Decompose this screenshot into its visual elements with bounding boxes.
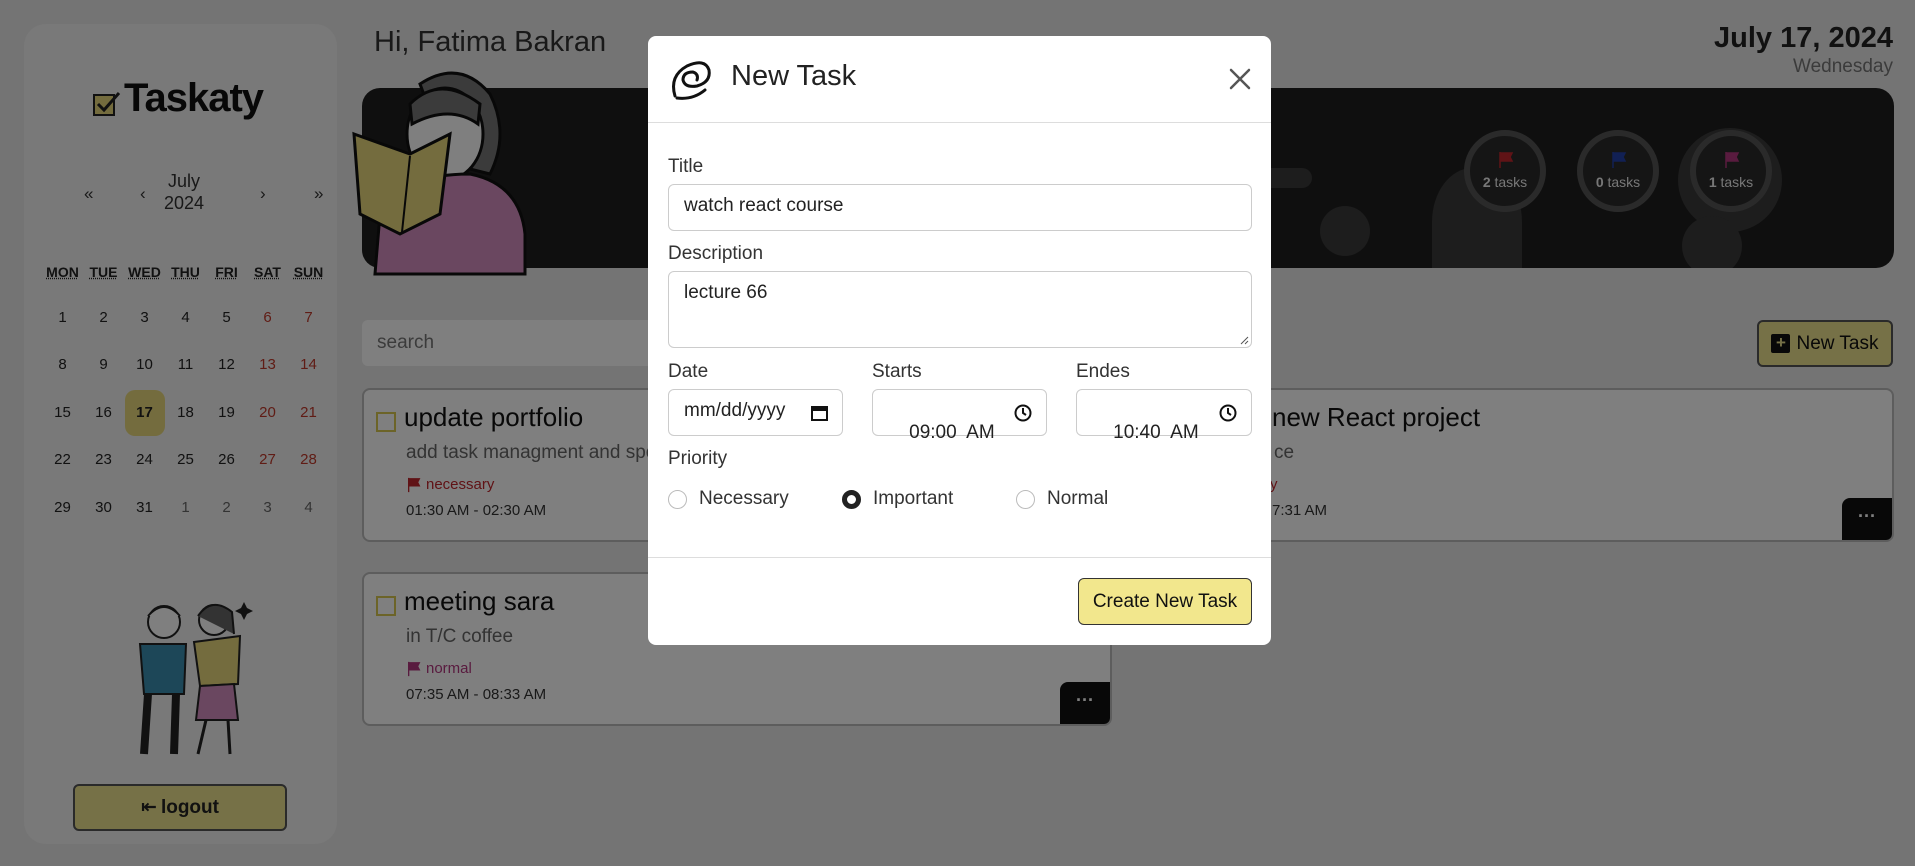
description-label: Description (668, 243, 764, 264)
modal-footer-divider (648, 557, 1271, 558)
starts-label: Starts (872, 361, 922, 382)
clock-icon[interactable] (1014, 404, 1032, 422)
ends-value: 10:40 AM (1113, 422, 1199, 443)
ends-label: Endes (1076, 361, 1130, 382)
title-label: Title (668, 156, 704, 177)
modal-title: New Task (731, 60, 857, 92)
radio-label: Important (873, 488, 954, 509)
date-placeholder: mm/dd/yyyy (684, 400, 786, 421)
ends-time-input[interactable]: 10:40 AM (1076, 389, 1252, 443)
radio-button[interactable] (668, 489, 687, 509)
priority-radio-necessary[interactable]: Necessary (668, 488, 789, 510)
create-task-button[interactable]: Create New Task (1078, 578, 1252, 625)
close-icon[interactable] (1225, 64, 1255, 94)
clock-icon[interactable] (1219, 404, 1237, 422)
resize-handle-icon[interactable] (1239, 335, 1249, 345)
radio-label: Normal (1047, 488, 1109, 509)
starts-time-input[interactable]: 09:00 AM (872, 389, 1047, 443)
priority-radio-normal[interactable]: Normal (1016, 488, 1108, 510)
radio-button[interactable] (842, 489, 861, 509)
starts-value: 09:00 AM (909, 422, 995, 443)
priority-label: Priority (668, 448, 728, 469)
calendar-icon[interactable] (811, 404, 828, 421)
date-label: Date (668, 361, 709, 382)
radio-button[interactable] (1016, 489, 1035, 509)
spiral-logo-icon (672, 61, 711, 100)
priority-radio-important[interactable]: Important (842, 488, 953, 510)
description-textarea[interactable]: lecture 66 (668, 271, 1252, 348)
title-input[interactable]: watch react course (668, 184, 1252, 231)
radio-label: Necessary (699, 488, 789, 509)
date-input[interactable]: mm/dd/yyyy (668, 389, 843, 436)
modal-header: New Task (648, 36, 1271, 123)
description-value: lecture 66 (684, 282, 768, 303)
new-task-modal: New Task Title watch react course Descri… (648, 36, 1271, 645)
